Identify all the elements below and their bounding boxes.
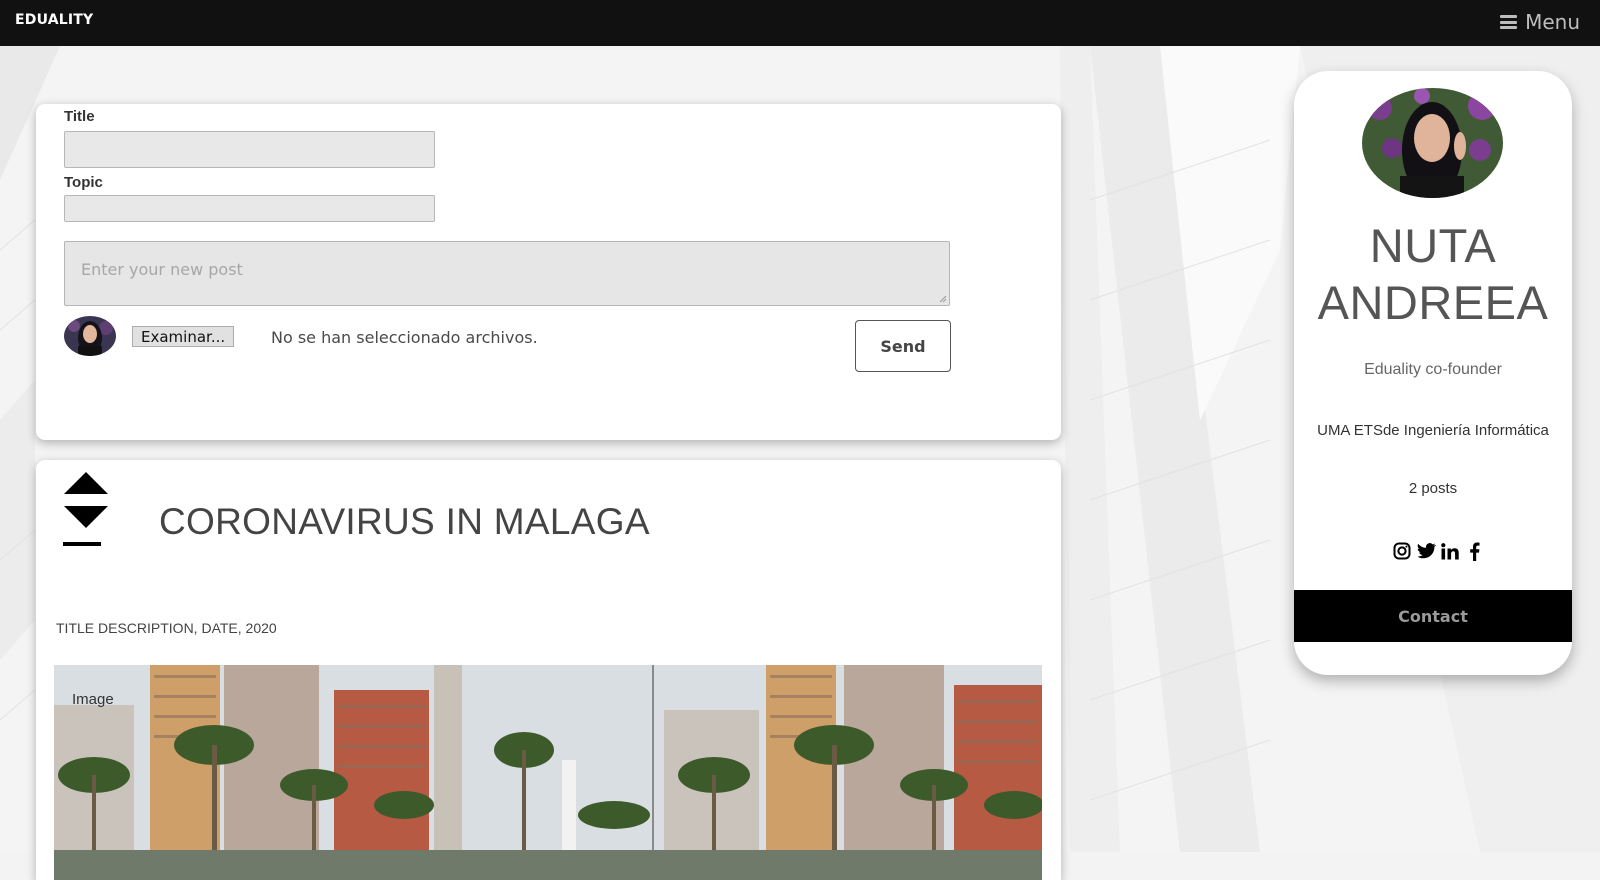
contact-button[interactable]: Contact xyxy=(1294,590,1572,642)
post-title[interactable]: CORONAVIRUS IN MALAGA xyxy=(159,501,650,543)
topic-label: Topic xyxy=(64,174,103,191)
profile-card: NUTA ANDREEA Eduality co-founder UMA ETS… xyxy=(1294,71,1572,675)
profile-role: Eduality co-founder xyxy=(1364,361,1502,378)
profile-post-count: 2 posts xyxy=(1408,480,1458,497)
profile-avatar xyxy=(1362,88,1503,198)
image-caption: Image xyxy=(72,691,114,708)
twitter-icon[interactable] xyxy=(1416,541,1436,561)
post-content-textarea[interactable]: Enter your new post xyxy=(64,241,950,306)
file-status-text: No se han seleccionado archivos. xyxy=(271,328,538,347)
post-card: CORONAVIRUS IN MALAGA TITLE DESCRIPTION,… xyxy=(36,460,1061,880)
upvote-icon[interactable] xyxy=(64,472,108,494)
social-links xyxy=(1392,540,1484,562)
user-avatar xyxy=(64,316,116,356)
topic-input[interactable] xyxy=(64,195,435,222)
profile-school: UMA ETSde Ingeniería Informática xyxy=(1317,422,1549,439)
title-input[interactable] xyxy=(64,131,435,168)
post-image: Image xyxy=(54,665,1042,880)
resize-grip-icon[interactable] xyxy=(939,295,947,303)
menu-button[interactable]: Menu xyxy=(1500,8,1580,36)
instagram-icon[interactable] xyxy=(1392,541,1412,561)
post-description: TITLE DESCRIPTION, DATE, 2020 xyxy=(56,620,277,636)
choose-file-button[interactable]: Examinar... xyxy=(132,326,235,347)
post-content-placeholder: Enter your new post xyxy=(81,260,243,279)
profile-name: NUTA ANDREEA xyxy=(1317,219,1549,329)
hamburger-icon xyxy=(1500,15,1518,29)
menu-label: Menu xyxy=(1525,10,1580,34)
brand-logo[interactable]: EDUALITY xyxy=(15,12,93,28)
new-post-form: Title Topic Enter your new post Examinar… xyxy=(36,104,1061,440)
title-label: Title xyxy=(64,108,95,125)
vote-controls xyxy=(63,472,108,546)
send-button[interactable]: Send xyxy=(855,320,951,372)
facebook-icon[interactable] xyxy=(1464,541,1484,561)
top-navbar: EDUALITY Menu xyxy=(0,0,1600,46)
linkedin-icon[interactable] xyxy=(1440,541,1460,561)
downvote-icon[interactable] xyxy=(64,506,108,528)
